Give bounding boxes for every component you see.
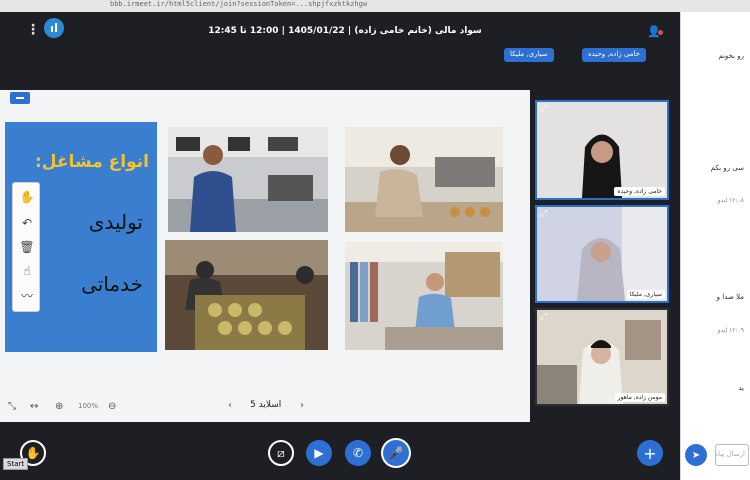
presentation-controls: ⤡ ↔ ⊕ 100% ⊖ ‹ اسلاید 5 › [0,388,530,422]
chat-message: ید [738,384,744,392]
chat-message: سی رو بکم [710,164,744,172]
camera-button[interactable]: ▶ [306,440,332,466]
fit-width-icon[interactable]: ↔ [30,401,38,412]
expand-icon[interactable]: ⤢ [540,312,547,322]
chat-timestamp: ۱۲:۰۸ ایدو [717,197,744,204]
header: ⋮ سواد مالی (خانم خامی زاده) | 1405/01/2… [0,12,680,54]
chat-panel: رو بخونم سی رو بکم ۱۲:۰۸ ایدو ملا صدا و … [680,12,750,480]
prev-slide-icon[interactable]: ‹ [228,400,232,411]
hand-icon[interactable]: ✋ [17,187,37,207]
trash-icon[interactable]: 🗑 [17,237,37,257]
webcam-tile-1[interactable]: ⤢ خامی زاده, وحیده [535,100,669,200]
fit-screen-icon[interactable]: ⤡ [8,401,16,412]
webcam-name: خامی زاده, وحیده [614,187,665,196]
screen-share-button[interactable]: ⧄ [268,440,294,466]
start-button[interactable]: Start [3,458,29,470]
chat-timestamp: ۱۲:۰۹ ایدو [717,327,744,334]
actions-plus-button[interactable]: + [637,440,663,466]
slide-line-2: تولیدی [88,210,143,234]
webcam-name: سیاری, ملیکا [626,290,665,299]
notification-dot [657,30,663,35]
main-area: ⋮ سواد مالی (خانم خامی زاده) | 1405/01/2… [0,12,680,480]
slide-photo-4 [345,242,503,350]
talking-indicator-1[interactable]: خامی زاده, وحیده [582,48,646,62]
slide-photo-1 [168,127,328,232]
talker-name: سیاری, ملیکا [510,50,548,58]
slide-photo-3 [165,240,328,350]
slide-photo-2 [345,127,503,232]
talker-name: خامی زاده, وحیده [588,50,640,58]
microphone-button[interactable]: 🎤 [383,440,409,466]
expand-icon[interactable]: ⤢ [540,104,547,114]
minimize-presentation-button[interactable] [10,92,30,104]
slide-title: انواع مشاغل: [34,152,149,172]
annotation-toolbar: ✋ ↶ 🗑 ☝ 〰 [12,182,40,312]
presentation-area: انواع مشاغل: تولیدی خدماتی ✋ ↶ 🗑 ☝ 〰 ⤡ ↔… [0,90,530,422]
user-icon[interactable]: 👤 [647,25,663,38]
multiuser-icon[interactable]: 〰 [17,285,37,305]
bottom-toolbar: ✋ ⧄ ▶ ✆ 🎤 + Start [0,432,680,480]
url-text[interactable]: bbb.irmeet.ir/html5client/join?sessionTo… [110,0,367,8]
undo-icon[interactable]: ↶ [17,213,37,233]
talking-indicator-2[interactable]: سیاری, ملیکا [504,48,554,62]
browser-bar: bbb.irmeet.ir/html5client/join?sessionTo… [0,0,750,12]
connection-stats-icon[interactable] [44,18,64,38]
next-slide-icon[interactable]: › [300,400,304,411]
zoom-in-icon[interactable]: ⊕ [55,401,63,412]
screen: bbb.irmeet.ir/html5client/join?sessionTo… [0,0,750,480]
webcam-tile-2[interactable]: ⤢ سیاری, ملیکا [535,205,669,303]
zoom-level: 100% [78,402,99,410]
send-icon[interactable]: ➤ [685,444,707,466]
expand-icon[interactable]: ⤢ [540,209,547,219]
leave-audio-button[interactable]: ✆ [345,440,371,466]
kebab-icon[interactable]: ⋮ [26,22,40,38]
zoom-out-icon[interactable]: ⊖ [108,401,116,412]
webcam-name: مومن زاده, ماهور [614,393,665,402]
chat-message: رو بخونم [718,52,744,60]
webcam-tile-3[interactable]: ⤢ مومن زاده, ماهور [535,308,669,406]
slide-line-3: خدماتی [81,272,143,296]
pointer-icon[interactable]: ☝ [17,261,37,281]
chat-input[interactable]: ارسال پیام [715,444,749,466]
slide-selector[interactable]: اسلاید 5 [250,400,281,410]
chat-message: ملا صدا و [716,293,744,301]
meeting-title: سواد مالی (خانم خامی زاده) | 1405/01/22 … [208,26,482,36]
